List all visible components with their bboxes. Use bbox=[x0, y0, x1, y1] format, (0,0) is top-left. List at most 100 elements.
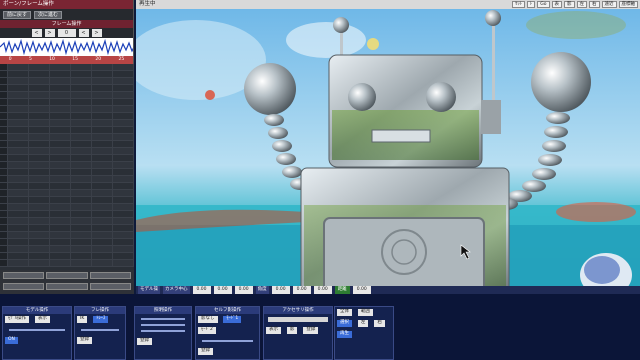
timeline-cell[interactable] bbox=[92, 155, 113, 161]
timeline-cell[interactable] bbox=[29, 246, 50, 252]
light-slider-b[interactable] bbox=[141, 330, 185, 332]
timeline-cell[interactable] bbox=[29, 169, 50, 175]
timeline-cell[interactable] bbox=[8, 99, 29, 105]
timeline-cell[interactable] bbox=[92, 78, 113, 84]
timeline-cell[interactable] bbox=[50, 260, 71, 266]
timeline-cell[interactable] bbox=[8, 246, 29, 252]
timeline-cell[interactable] bbox=[92, 239, 113, 245]
control-button[interactable] bbox=[46, 283, 88, 290]
camera-x-field[interactable]: 0.00 bbox=[192, 286, 211, 294]
model-display-button[interactable]: 表示 bbox=[34, 316, 50, 323]
accessory-shadow-button[interactable]: 影 bbox=[286, 327, 298, 334]
timeline-cell[interactable] bbox=[29, 141, 50, 147]
timeline-row-header[interactable] bbox=[0, 232, 8, 238]
timeline-cell[interactable] bbox=[71, 78, 92, 84]
timeline-cell[interactable] bbox=[50, 148, 71, 154]
timeline-row[interactable] bbox=[0, 197, 134, 204]
timeline-cell[interactable] bbox=[50, 127, 71, 133]
timeline-cell[interactable] bbox=[71, 225, 92, 231]
trace-button[interactable]: ﾄﾚｰｽ bbox=[93, 316, 109, 323]
timeline-cell[interactable] bbox=[113, 239, 134, 245]
timeline-cell[interactable] bbox=[50, 197, 71, 203]
timeline-row-header[interactable] bbox=[0, 183, 8, 189]
timeline-row-header[interactable] bbox=[0, 71, 8, 77]
timeline-cell[interactable] bbox=[29, 92, 50, 98]
timeline-grid[interactable] bbox=[0, 64, 134, 270]
timeline-cell[interactable] bbox=[8, 225, 29, 231]
timeline-cell[interactable] bbox=[113, 197, 134, 203]
camera-y-field[interactable]: 0.00 bbox=[213, 286, 232, 294]
timeline-cell[interactable] bbox=[8, 71, 29, 77]
timeline-cell[interactable] bbox=[50, 92, 71, 98]
timeline-cell[interactable] bbox=[50, 190, 71, 196]
timeline-row-header[interactable] bbox=[0, 253, 8, 259]
timeline-cell[interactable] bbox=[29, 113, 50, 119]
axis-button[interactable]: 座標軸 bbox=[618, 1, 638, 8]
timeline-row[interactable] bbox=[0, 190, 134, 197]
model-on-toggle[interactable]: ON bbox=[5, 337, 18, 344]
timeline-cell[interactable] bbox=[50, 225, 71, 231]
control-button[interactable] bbox=[46, 272, 88, 279]
timeline-cell[interactable] bbox=[113, 155, 134, 161]
light-slider-r[interactable] bbox=[141, 318, 185, 320]
timeline-cell[interactable] bbox=[71, 239, 92, 245]
timeline-cell[interactable] bbox=[71, 253, 92, 259]
timeline-cell[interactable] bbox=[50, 78, 71, 84]
accessory-register-button[interactable]: 登録 bbox=[303, 327, 319, 334]
timeline-row-header[interactable] bbox=[0, 211, 8, 217]
timeline-cell[interactable] bbox=[92, 120, 113, 126]
timeline-row-header[interactable] bbox=[0, 260, 8, 266]
timeline-cell[interactable] bbox=[71, 260, 92, 266]
timeline-cell[interactable] bbox=[29, 64, 50, 70]
timeline-row-header[interactable] bbox=[0, 64, 8, 70]
timeline-cell[interactable] bbox=[50, 232, 71, 238]
timeline-cell[interactable] bbox=[113, 190, 134, 196]
timeline-cell[interactable] bbox=[8, 85, 29, 91]
timeline-cell[interactable] bbox=[50, 85, 71, 91]
timeline-cell[interactable] bbox=[8, 211, 29, 217]
timeline-row-header[interactable] bbox=[0, 190, 8, 196]
accessory-display-button[interactable]: 表示 bbox=[266, 327, 281, 334]
timeline-cell[interactable] bbox=[29, 190, 50, 196]
timeline-cell[interactable] bbox=[50, 169, 71, 175]
timeline-cell[interactable] bbox=[29, 260, 50, 266]
timeline-cell[interactable] bbox=[8, 120, 29, 126]
timeline-cell[interactable] bbox=[50, 71, 71, 77]
left-view-button[interactable]: 左 bbox=[576, 1, 587, 8]
left-button[interactable]: 左 bbox=[357, 320, 369, 327]
timeline-cell[interactable] bbox=[92, 190, 113, 196]
timeline-cell[interactable] bbox=[92, 211, 113, 217]
lighting-register-button[interactable]: 登録 bbox=[137, 338, 152, 345]
timeline-cell[interactable] bbox=[29, 239, 50, 245]
timeline-cell[interactable] bbox=[50, 218, 71, 224]
timeline-cell[interactable] bbox=[71, 64, 92, 70]
timeline-cell[interactable] bbox=[113, 211, 134, 217]
timeline-cell[interactable] bbox=[113, 246, 134, 252]
timeline-cell[interactable] bbox=[92, 127, 113, 133]
timeline-cell[interactable] bbox=[8, 92, 29, 98]
timeline-cell[interactable] bbox=[50, 211, 71, 217]
undo-button[interactable]: 前に戻す bbox=[3, 11, 32, 19]
timeline-row[interactable] bbox=[0, 106, 134, 113]
timeline-cell[interactable] bbox=[71, 127, 92, 133]
timeline-cell[interactable] bbox=[71, 85, 92, 91]
right-button[interactable]: 右 bbox=[374, 320, 385, 327]
front-view-button[interactable]: 表 bbox=[551, 1, 562, 8]
timeline-cell[interactable] bbox=[92, 99, 113, 105]
timeline-cell[interactable] bbox=[113, 232, 134, 238]
timeline-cell[interactable] bbox=[113, 176, 134, 182]
timeline-cell[interactable] bbox=[29, 106, 50, 112]
timeline-cell[interactable] bbox=[50, 253, 71, 259]
model-slider[interactable] bbox=[9, 329, 65, 331]
timeline-cell[interactable] bbox=[50, 134, 71, 140]
shadow-register-button[interactable]: 登録 bbox=[198, 348, 213, 355]
timeline-row[interactable] bbox=[0, 260, 134, 267]
timeline-cell[interactable] bbox=[113, 148, 134, 154]
timeline-cell[interactable] bbox=[8, 197, 29, 203]
go-button[interactable]: Go bbox=[537, 1, 550, 8]
timeline-cell[interactable] bbox=[8, 169, 29, 175]
timeline-cell[interactable] bbox=[92, 148, 113, 154]
timeline-cell[interactable] bbox=[50, 106, 71, 112]
timeline-cell[interactable] bbox=[29, 225, 50, 231]
timeline-cell[interactable] bbox=[71, 120, 92, 126]
